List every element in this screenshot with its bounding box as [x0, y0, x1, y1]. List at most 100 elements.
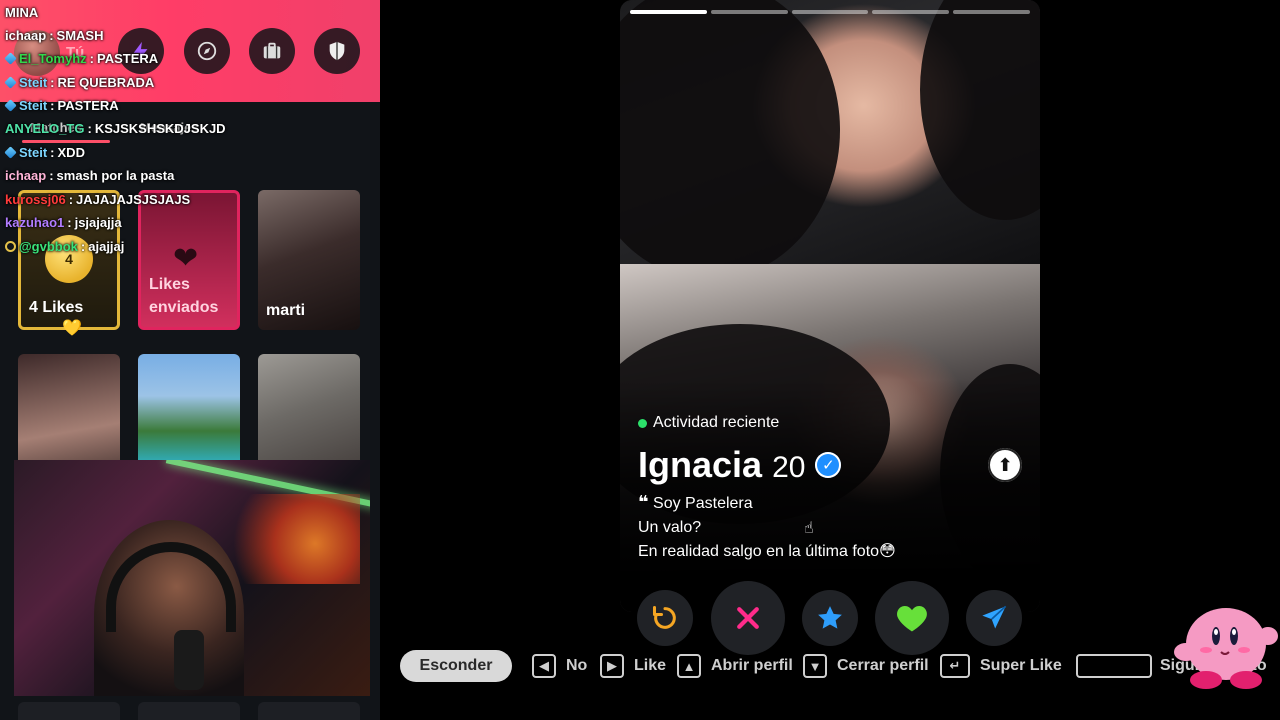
- activity-status: Actividad reciente: [638, 414, 779, 432]
- nope-button[interactable]: [711, 581, 785, 655]
- match-card[interactable]: [18, 702, 120, 720]
- chat-user: ichaap: [5, 27, 47, 43]
- chat-text: JAJAJAJSJSJAJS: [76, 191, 191, 207]
- chat-separator: :: [68, 191, 74, 207]
- safety-nav-button[interactable]: [314, 28, 360, 74]
- chat-separator: :: [89, 50, 95, 66]
- hint-close-profile: ▼ Cerrar perfil: [803, 654, 929, 678]
- chat-message: @gvbbok: ajajjaj: [5, 236, 124, 256]
- arrow-right-key-icon: ▶: [600, 654, 624, 678]
- chat-text: jsjajajja: [74, 214, 122, 230]
- rewind-button[interactable]: [637, 590, 693, 646]
- hint-label: Super Like: [980, 657, 1062, 674]
- photo-progress-segment[interactable]: [953, 10, 1030, 14]
- chat-separator: :: [50, 97, 55, 113]
- sent-likes-label: Likes enviados: [149, 276, 219, 316]
- bio-text: Soy Pastelera: [653, 495, 753, 512]
- photo-progress: [630, 10, 1030, 15]
- hint-label: Like: [634, 657, 667, 674]
- chat-message: kazuhao1: jsjajajja: [5, 212, 122, 232]
- briefcase-icon: [263, 42, 281, 59]
- chat-text: SMASH: [56, 27, 104, 43]
- hide-shortcuts-button[interactable]: Esconder: [400, 650, 512, 682]
- quote-icon: ❝: [638, 492, 649, 512]
- match-card[interactable]: marti: [258, 190, 360, 330]
- chat-message: ichaap: smash por la pasta: [5, 165, 174, 185]
- photo-progress-segment[interactable]: [630, 10, 707, 14]
- chat-user: Steit: [19, 97, 48, 113]
- chat-user: ichaap: [5, 167, 47, 183]
- profile-age: 20: [772, 451, 806, 484]
- explore-nav-button[interactable]: [184, 28, 230, 74]
- work-nav-button[interactable]: [249, 28, 295, 74]
- photo-progress-segment[interactable]: [872, 10, 950, 14]
- match-card[interactable]: [138, 702, 240, 720]
- chat-message: ichaap: SMASH: [5, 25, 103, 45]
- chat-message: MINA: [5, 2, 38, 22]
- profile-header: Ignacia 20 ✓: [638, 444, 842, 486]
- x-icon: [737, 607, 759, 629]
- photo-detail: [920, 0, 1040, 220]
- hint-no: ◀ No: [532, 654, 587, 678]
- chat-text: smash por la pasta: [56, 167, 175, 183]
- open-profile-button[interactable]: ⬆: [988, 448, 1022, 482]
- badge-icon: [5, 240, 16, 252]
- microphone-icon: [174, 630, 204, 690]
- photo-detail: [620, 0, 840, 280]
- chat-user: Steit: [19, 74, 48, 90]
- rewind-icon: [652, 605, 676, 629]
- profile-bio: ❝ Soy Pastelera Un valo? En realidad sal…: [638, 490, 896, 564]
- photo-progress-segment[interactable]: [710, 10, 788, 14]
- chat-separator: :: [80, 238, 86, 254]
- chat-text: XDD: [57, 144, 85, 160]
- space-key-icon: [1076, 654, 1152, 678]
- chat-message: Steit: PASTERA: [4, 95, 119, 115]
- chat-user: El_Tomyhz: [19, 50, 87, 66]
- chat-user: kazuhao1: [5, 214, 65, 230]
- profile-name: Ignacia: [638, 444, 763, 485]
- like-button[interactable]: [875, 581, 949, 655]
- star-icon: [818, 606, 842, 629]
- chat-text: KSJSKSHSKDJSKJD: [94, 120, 226, 136]
- badge-icon: [4, 75, 17, 89]
- chat-user: @gvbbok: [19, 238, 78, 254]
- online-dot-icon: [638, 418, 647, 428]
- hint-open-profile: ▲ Abrir perfil: [677, 654, 793, 678]
- profile-card[interactable]: Actividad reciente Ignacia 20 ✓ ❝ Soy Pa…: [620, 0, 1040, 612]
- likes-card[interactable]: 4 4 Likes: [18, 190, 120, 330]
- hint-like: ▶ Like: [600, 654, 666, 678]
- arrow-down-key-icon: ▼: [803, 654, 827, 678]
- chat-user: Steit: [19, 144, 48, 160]
- kirby-overlay-icon: [1174, 600, 1278, 692]
- chat-separator: :: [50, 144, 55, 160]
- chat-text: PASTERA: [57, 97, 119, 113]
- chat-separator: :: [49, 27, 54, 43]
- sent-heart-icon: ❤: [173, 242, 199, 275]
- arrow-up-icon: ⬆: [997, 454, 1013, 475]
- profile-photo[interactable]: [620, 0, 1040, 280]
- boost-button[interactable]: [966, 590, 1022, 646]
- chat-separator: :: [50, 74, 55, 90]
- badge-icon: [4, 98, 17, 112]
- match-card[interactable]: [258, 702, 360, 720]
- photo-progress-segment[interactable]: [791, 10, 869, 14]
- super-like-button[interactable]: [802, 590, 858, 646]
- hint-label: Abrir perfil: [711, 657, 793, 674]
- chat-user: kurossj06: [5, 191, 66, 207]
- shield-icon: [329, 41, 345, 61]
- chat-separator: :: [87, 120, 92, 136]
- likes-card-label: 4 Likes: [29, 298, 84, 316]
- sent-likes-card[interactable]: ❤ Likes enviados: [138, 190, 240, 330]
- chat-message: ANYELO_TG: KSJSKSHSKDJSKJD: [5, 118, 226, 138]
- verified-badge-icon: ✓: [815, 452, 842, 478]
- chat-text: PASTERA: [97, 50, 159, 66]
- hint-label: No: [566, 657, 588, 674]
- arrow-left-key-icon: ◀: [532, 654, 556, 678]
- activity-label: Actividad reciente: [653, 414, 780, 431]
- badge-icon: [4, 51, 17, 65]
- hint-super-like: ↵ Super Like: [940, 654, 1062, 678]
- chat-text: ajajjaj: [88, 238, 125, 254]
- chat-message: El_Tomyhz: PASTERA: [4, 48, 159, 68]
- chat-message: kurossj06: JAJAJAJSJSJAJS: [5, 189, 190, 209]
- chat-message: Steit: XDD: [4, 142, 85, 162]
